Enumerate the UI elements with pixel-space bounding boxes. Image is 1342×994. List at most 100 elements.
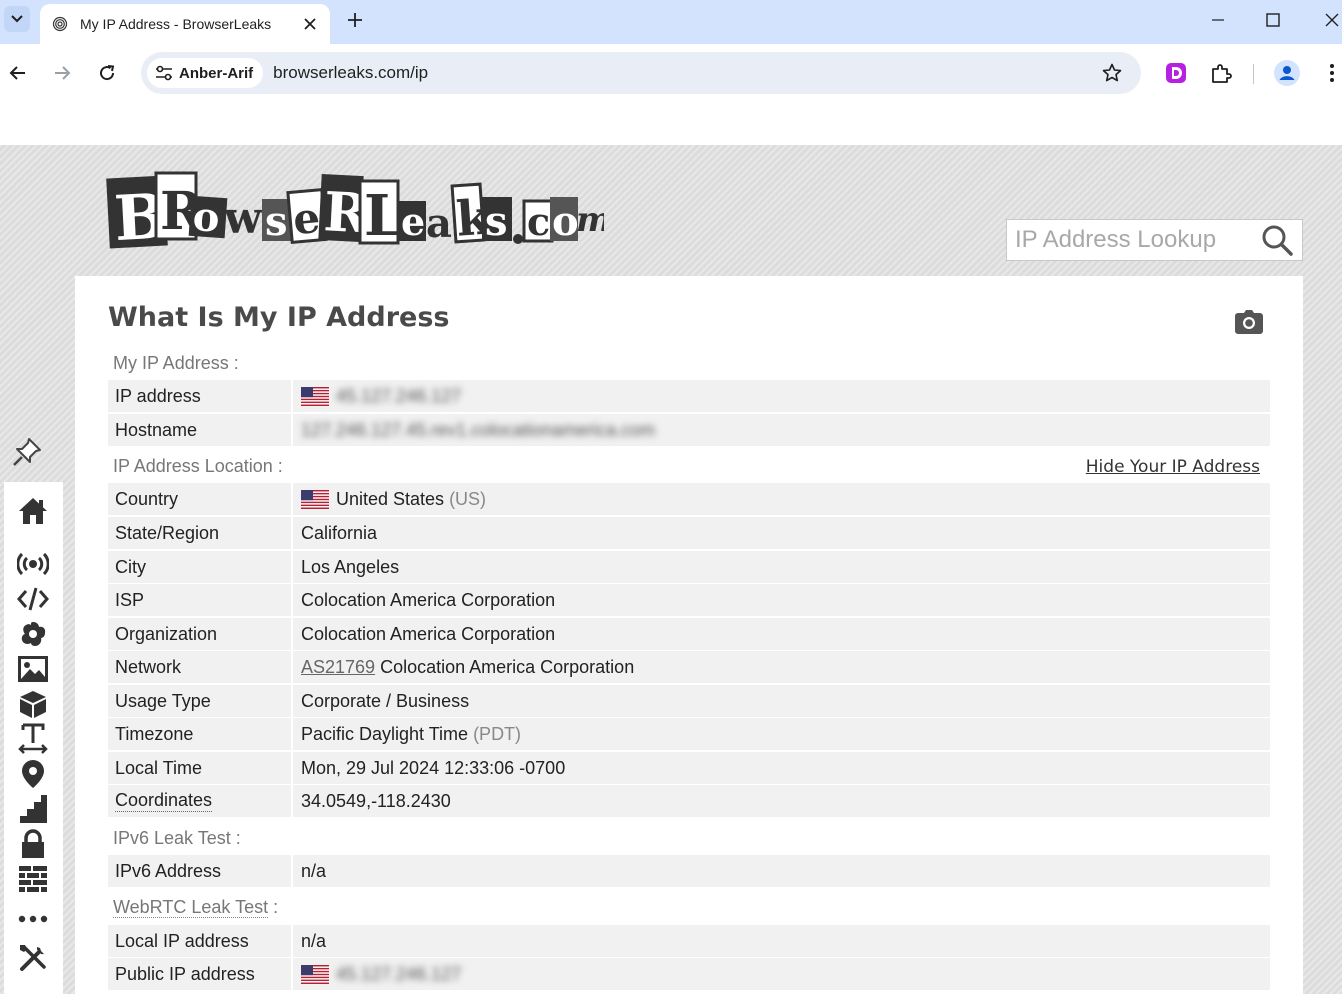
table-row: Local IP address n/a [108,925,1270,957]
sidebar-pin-button[interactable] [10,435,44,469]
row-value: Colocation America Corporation [301,623,556,644]
table-row: State/Region California [108,517,1270,549]
avatar-icon [1274,60,1300,86]
row-value: United States (US) [293,489,486,510]
us-flag-icon [301,386,329,406]
row-key: Local IP address [108,925,293,957]
row-key: Public IP address [108,958,293,990]
timezone-value: Pacific Daylight Time [301,723,469,744]
table-row: IP address 45.127.246.127 [108,380,1270,412]
arrow-left-icon [9,66,25,80]
sidebar-item-features[interactable] [17,793,49,825]
hide-ip-link[interactable]: Hide Your IP Address [1086,457,1260,477]
cube-icon [20,691,46,718]
maximize-icon [1266,13,1280,27]
extensions-menu-button[interactable] [1206,58,1236,88]
sidebar-item-ssl[interactable] [17,828,49,860]
ip-address-value: 45.127.246.127 [336,385,462,406]
svg-text:m: m [576,200,604,240]
pin-icon [13,438,41,466]
svg-text:s: s [265,198,288,245]
search-icon [1262,225,1293,256]
extension-button[interactable] [1161,58,1191,88]
browser-toolbar: Anber-Arif browserleaks.com/ip [0,44,1342,102]
row-value: 45.127.246.127 [293,964,461,985]
tab-search-button[interactable] [4,6,30,32]
maximize-button[interactable] [1253,6,1293,34]
table-row: Usage Type Corporate / Business [108,685,1270,717]
sidebar-item-webrtc[interactable] [17,548,49,580]
row-key: Coordinates [108,785,293,817]
reload-button[interactable] [92,58,122,88]
address-bar[interactable]: Anber-Arif browserleaks.com/ip [141,52,1141,94]
back-button[interactable] [3,58,33,88]
sidebar-item-webgl[interactable] [17,688,49,720]
svg-text:s: s [485,198,508,245]
section-label-my-ip: My IP Address : [113,353,239,373]
broadcast-icon [17,552,49,576]
lock-icon [22,829,44,858]
row-value: n/a [301,860,327,881]
row-key: Network [108,651,293,683]
code-icon [17,587,49,611]
row-value: 34.0549,-118.2430 [301,790,451,811]
section-label-ipv6: IPv6 Leak Test : [113,828,241,848]
reload-icon [100,65,115,81]
row-value: 45.127.246.127 [293,386,461,407]
table-row: Network AS21769 Colocation America Corpo… [108,651,1270,683]
table-row: Country United States (US) [108,483,1270,515]
row-key: State/Region [108,517,293,549]
page-viewport: B R o w s e R L e a k s c o IP Address L… [0,145,1342,994]
svg-text:L: L [364,183,403,249]
row-key: Timezone [108,718,293,750]
svg-text:c: c [527,199,550,244]
url-text[interactable]: browserleaks.com/ip [273,63,1097,83]
sidebar-item-more[interactable] [17,903,49,935]
ip-lookup-input[interactable] [1007,226,1257,254]
label-suffix: : [268,897,279,917]
browser-menu-button[interactable] [1317,58,1342,88]
row-value: Colocation America Corporation [301,589,556,610]
public-ip-value: 45.127.246.127 [336,963,462,984]
active-tab[interactable]: My IP Address - BrowserLeaks [40,4,330,44]
sidebar-item-canvas[interactable] [17,618,49,650]
screenshot-button[interactable] [1234,308,1264,336]
row-key: Local Time [108,752,293,784]
sidebar-item-firewall[interactable] [17,863,49,895]
table-row: ISP Colocation America Corporation [108,584,1270,616]
profile-button[interactable] [1272,58,1302,88]
coordinates-key[interactable]: Coordinates [115,790,213,812]
country-code: (US) [449,488,487,509]
row-value: n/a [301,930,327,951]
row-value: AS21769 Colocation America Corporation [293,657,634,678]
sidebar-item-home[interactable] [17,495,49,527]
new-tab-button[interactable] [340,6,370,34]
asn-link[interactable]: AS21769 [301,657,375,678]
table-row: Timezone Pacific Daylight Time (PDT) [108,718,1270,750]
chevron-down-icon [11,15,23,23]
row-key: Country [108,483,293,515]
extension-d-icon [1166,63,1186,83]
tab-strip: My IP Address - BrowserLeaks [0,0,1342,44]
sidebar-item-javascript[interactable] [17,583,49,615]
arrow-right-icon [55,66,71,80]
bookmark-button[interactable] [1097,58,1127,88]
minimize-button[interactable] [1198,6,1238,34]
sidebar-item-fonts[interactable] [17,723,49,755]
sidebar-item-image[interactable] [17,653,49,685]
search-button[interactable] [1257,220,1297,260]
sidebar-item-tools[interactable] [17,942,49,974]
tab-close-button[interactable] [296,10,324,38]
row-value: Corporate / Business [301,690,470,711]
forward-button[interactable] [47,58,77,88]
sidebar-item-geolocation[interactable] [17,758,49,790]
table-row: Hostname 127.246.127.45.rev1.colocationa… [108,414,1270,446]
webrtc-leak-test-link[interactable]: WebRTC Leak Test [113,897,269,918]
image-icon [18,656,48,682]
main-content: What Is My IP Address My IP Address : IP… [75,276,1303,994]
close-window-button[interactable] [1312,6,1342,34]
site-logo[interactable]: B R o w s e R L e a k s c o [104,167,612,259]
site-info-chip[interactable]: Anber-Arif [147,58,264,88]
table-row: Public IP address 45.127.246.127 [108,958,1270,990]
svg-text:o: o [191,193,221,242]
